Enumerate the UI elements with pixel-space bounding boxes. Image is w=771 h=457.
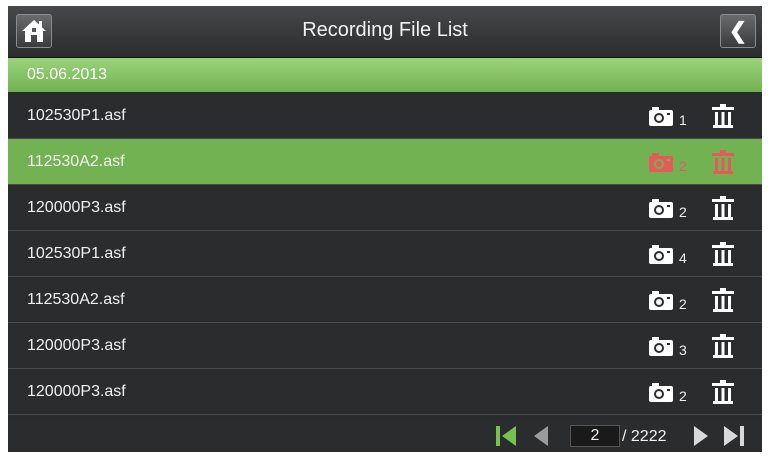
trash-icon[interactable] (710, 333, 736, 359)
camera-icon[interactable] (648, 243, 674, 265)
photo-count: 4 (679, 250, 687, 266)
date-label: 05.06.2013 (27, 66, 108, 83)
trash-icon[interactable] (710, 287, 736, 313)
trash-icon[interactable] (710, 195, 736, 221)
total-pages-label: / 2222 (622, 428, 667, 445)
photo-count: 1 (679, 112, 687, 128)
photo-count: 2 (679, 388, 687, 404)
camera-icon[interactable] (648, 105, 674, 127)
pagination-bar: 2 / 2222 (8, 420, 762, 452)
file-name: 120000P3.asf (27, 383, 126, 400)
camera-icon[interactable] (648, 335, 674, 357)
photo-count: 2 (679, 158, 687, 174)
last-page-icon[interactable] (722, 425, 746, 447)
trash-icon[interactable] (710, 241, 736, 267)
file-name: 112530A2.asf (27, 291, 125, 308)
file-row[interactable]: 112530A2.asf 2 (8, 139, 762, 185)
camera-icon[interactable] (648, 381, 674, 403)
camera-icon[interactable] (648, 289, 674, 311)
photo-count: 2 (679, 296, 687, 312)
file-name: 102530P1.asf (27, 107, 126, 124)
trash-icon[interactable] (710, 103, 736, 129)
file-list: 102530P1.asf 1 112530A2.asf 2 120000P3.a… (8, 93, 762, 415)
photo-count: 3 (679, 342, 687, 358)
trash-icon[interactable] (710, 149, 736, 175)
file-name: 112530A2.asf (27, 153, 125, 170)
header-bar: Recording File List ❮ (8, 6, 762, 58)
photo-count: 2 (679, 204, 687, 220)
first-page-icon[interactable] (494, 425, 518, 447)
next-page-icon[interactable] (692, 425, 710, 447)
file-row[interactable]: 102530P1.asf 4 (8, 231, 762, 277)
current-page-field[interactable]: 2 (570, 425, 620, 447)
file-name: 120000P3.asf (27, 337, 126, 354)
file-row[interactable]: 112530A2.asf 2 (8, 277, 762, 323)
file-row[interactable]: 102530P1.asf 1 (8, 93, 762, 139)
chevron-left-icon: ❮ (728, 18, 748, 43)
camera-icon[interactable] (648, 197, 674, 219)
page-title: Recording File List (302, 19, 468, 41)
file-name: 102530P1.asf (27, 245, 126, 262)
previous-page-icon[interactable] (532, 425, 550, 447)
file-row[interactable]: 120000P3.asf 3 (8, 323, 762, 369)
back-button[interactable]: ❮ (720, 14, 756, 48)
trash-icon[interactable] (710, 379, 736, 405)
file-name: 120000P3.asf (27, 199, 126, 216)
screen: Recording File List ❮ 05.06.2013 102530P… (8, 6, 762, 452)
file-row[interactable]: 120000P3.asf 2 (8, 185, 762, 231)
file-row[interactable]: 120000P3.asf 2 (8, 369, 762, 415)
date-group-header: 05.06.2013 (8, 58, 762, 92)
camera-icon[interactable] (648, 151, 674, 173)
